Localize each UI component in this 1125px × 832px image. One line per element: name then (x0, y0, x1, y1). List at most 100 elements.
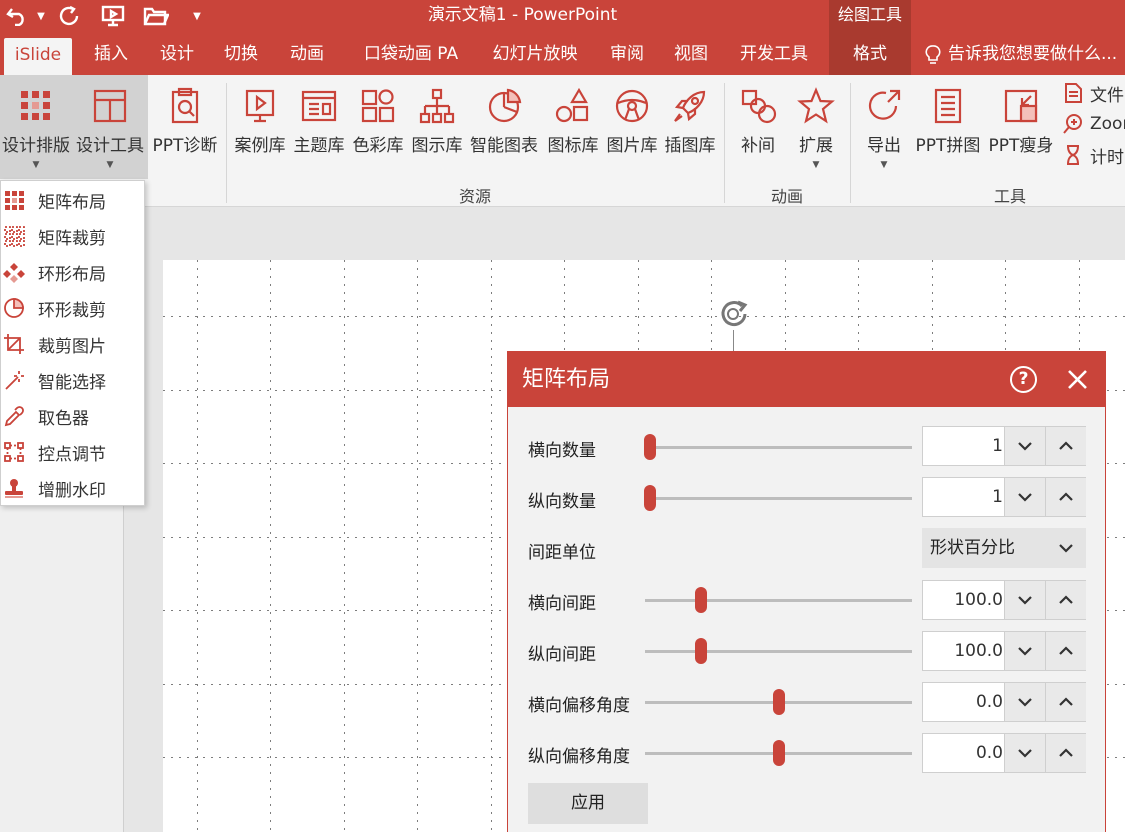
help-icon[interactable]: ? (1010, 366, 1037, 393)
ribbon: 设计排版 ▼ 设计工具 ▼ PPT诊断 案例库 主题库 色彩库 图示库 智能图表… (0, 75, 1125, 207)
spacing-unit-label: 间距单位 (528, 543, 596, 563)
tween-shapes-icon (736, 84, 780, 128)
illustration-library-button[interactable]: 插图库 (662, 75, 718, 179)
group-label-resources: 资源 (458, 187, 491, 206)
increment-button[interactable] (1045, 632, 1086, 670)
menu-item-matrix-crop[interactable]: 矩阵裁剪 (1, 218, 146, 254)
vertical-count-value[interactable]: 1 (923, 478, 1003, 516)
tab-format[interactable]: 格式 (829, 34, 911, 75)
horizontal-count-value[interactable]: 1 (923, 427, 1003, 465)
ppt-collage-button[interactable]: PPT拼图 (914, 75, 982, 179)
vertical-offset-angle-stepper[interactable]: 0.0 (922, 733, 1086, 773)
decrement-button[interactable] (1004, 478, 1045, 516)
extend-button[interactable]: 扩展 ▼ (788, 75, 844, 179)
crop-image-icon (3, 333, 25, 355)
menu-item-matrix-layout[interactable]: 矩阵布局 (1, 182, 146, 218)
tab-animations[interactable]: 动画 (280, 34, 334, 75)
color-library-button[interactable]: 色彩库 (350, 75, 406, 179)
tab-slideshow[interactable]: 幻灯片放映 (482, 34, 588, 75)
design-tools-button[interactable]: 设计工具 ▼ (72, 75, 148, 179)
tab-pocket-animation[interactable]: 口袋动画 PA (352, 34, 470, 75)
gridline (197, 260, 198, 832)
vertical-count-label: 纵向数量 (528, 492, 596, 512)
ppt-slim-button[interactable]: PPT瘦身 (986, 75, 1056, 179)
decrement-button[interactable] (1004, 427, 1045, 465)
zoom-button[interactable]: Zoom (1062, 111, 1125, 137)
vertical-count-slider[interactable] (644, 485, 912, 511)
image-library-button[interactable]: 图片库 (604, 75, 660, 179)
tab-review[interactable]: 审阅 (600, 34, 654, 75)
increment-button[interactable] (1045, 427, 1086, 465)
increment-button[interactable] (1045, 581, 1086, 619)
horizontal-spacing-stepper[interactable]: 100.0 (922, 580, 1086, 620)
file-label: 文件 (1090, 85, 1124, 106)
menu-item-eyedropper[interactable]: 取色器 (1, 398, 146, 434)
close-icon[interactable] (1064, 366, 1091, 393)
horizontal-count-stepper[interactable]: 1 (922, 426, 1086, 466)
vertical-offset-angle-value[interactable]: 0.0 (923, 734, 1003, 772)
tab-design[interactable]: 设计 (150, 34, 204, 75)
menu-item-watermark[interactable]: 增删水印 (1, 470, 146, 506)
slider-thumb[interactable] (695, 587, 708, 613)
ppt-diagnosis-button[interactable]: PPT诊断 (150, 75, 220, 179)
menu-item-ring-layout[interactable]: 环形布局 (1, 254, 146, 290)
vertical-spacing-value[interactable]: 100.0 (923, 632, 1003, 670)
menu-item-smart-select[interactable]: 智能选择 (1, 362, 146, 398)
menu-item-label: 矩阵裁剪 (38, 228, 106, 249)
apply-button[interactable]: 应用 (528, 783, 648, 824)
rotate-handle-icon[interactable] (716, 296, 752, 332)
vertical-spacing-stepper[interactable]: 100.0 (922, 631, 1086, 671)
horizontal-spacing-value[interactable]: 100.0 (923, 581, 1003, 619)
tab-developer[interactable]: 开发工具 (730, 34, 818, 75)
tween-button[interactable]: 补间 (730, 75, 786, 179)
menu-item-label: 控点调节 (38, 444, 106, 465)
file-button[interactable]: 文件 (1062, 80, 1124, 106)
timer-label: 计时 (1090, 147, 1124, 168)
ppt-diagnosis-label: PPT诊断 (152, 136, 218, 156)
tab-insert[interactable]: 插入 (84, 34, 138, 75)
horizontal-offset-angle-label: 横向偏移角度 (528, 696, 630, 716)
increment-button[interactable] (1045, 734, 1086, 772)
tab-islide[interactable]: iSlide (4, 38, 72, 75)
decrement-button[interactable] (1004, 683, 1045, 721)
slider-thumb[interactable] (644, 434, 657, 460)
chevron-down-icon (1018, 596, 1032, 605)
decrement-button[interactable] (1004, 581, 1045, 619)
decrement-button[interactable] (1004, 632, 1045, 670)
slider-thumb[interactable] (772, 689, 785, 715)
vertical-count-stepper[interactable]: 1 (922, 477, 1086, 517)
horizontal-offset-angle-stepper[interactable]: 0.0 (922, 682, 1086, 722)
vertical-spacing-slider[interactable] (645, 638, 912, 664)
vertical-offset-angle-slider[interactable] (645, 740, 912, 766)
tell-me-search[interactable]: 告诉我您想要做什么... (924, 34, 1117, 75)
diagram-library-button[interactable]: 图示库 (409, 75, 465, 179)
menu-item-crop-image[interactable]: 裁剪图片 (1, 326, 146, 362)
theme-library-button[interactable]: 主题库 (291, 75, 347, 179)
timer-button[interactable]: 计时 (1062, 142, 1124, 168)
slider-thumb[interactable] (644, 485, 657, 511)
horizontal-count-slider[interactable] (644, 434, 912, 460)
matrix-layout-dialog: 矩阵布局 ? 横向数量 1 纵向数量 1 间距单位 形状百分比 横向间距 100… (507, 351, 1106, 832)
horizontal-offset-angle-value[interactable]: 0.0 (923, 683, 1003, 721)
menu-item-control-points[interactable]: 控点调节 (1, 434, 146, 470)
horizontal-offset-angle-slider[interactable] (645, 689, 912, 715)
file-icon (1065, 83, 1082, 103)
group-label-animation: 动画 (770, 187, 803, 206)
case-library-button[interactable]: 案例库 (232, 75, 288, 179)
menu-item-label: 裁剪图片 (38, 336, 106, 357)
spacing-unit-select[interactable]: 形状百分比 (922, 528, 1086, 568)
decrement-button[interactable] (1004, 734, 1045, 772)
slider-thumb[interactable] (695, 638, 708, 664)
smart-chart-button[interactable]: 智能图表 (468, 75, 540, 179)
horizontal-spacing-slider[interactable] (645, 587, 912, 613)
increment-button[interactable] (1045, 683, 1086, 721)
tab-view[interactable]: 视图 (664, 34, 718, 75)
design-layout-button[interactable]: 设计排版 ▼ (0, 75, 72, 179)
increment-button[interactable] (1045, 478, 1086, 516)
org-chart-icon (415, 84, 459, 128)
export-button[interactable]: 导出 ▼ (856, 75, 912, 179)
slider-thumb[interactable] (772, 740, 785, 766)
menu-item-ring-crop[interactable]: 环形裁剪 (1, 290, 146, 326)
icon-library-button[interactable]: 图标库 (545, 75, 601, 179)
tab-transitions[interactable]: 切换 (214, 34, 268, 75)
